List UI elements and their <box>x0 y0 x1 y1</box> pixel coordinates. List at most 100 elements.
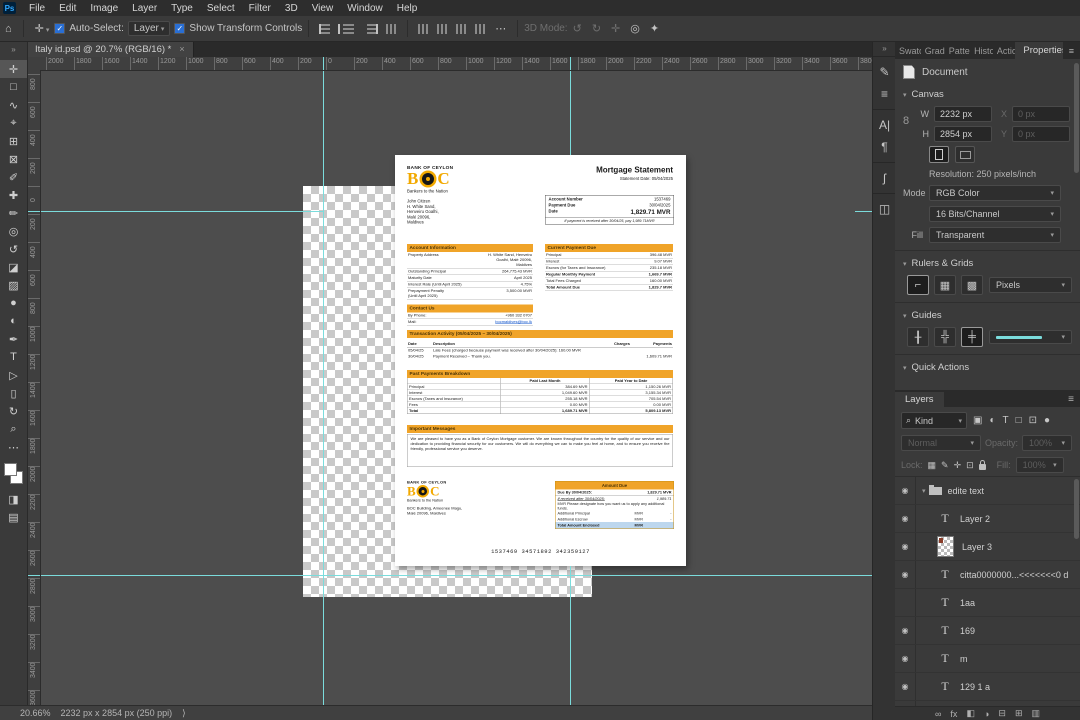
layer-row[interactable]: ◉T01.01.1990 <box>895 701 1080 706</box>
distribute-right-icon[interactable] <box>456 23 468 34</box>
height-field[interactable]: 2854 px <box>934 126 992 142</box>
layer-row[interactable]: T 1aa <box>895 589 1080 617</box>
panel-collapse-icon[interactable]: » <box>873 41 896 56</box>
align-top-icon[interactable] <box>386 23 398 34</box>
align-left-icon[interactable] <box>319 23 331 34</box>
auto-select-dropdown[interactable]: Layer ▾ <box>127 21 171 36</box>
canvas-section-header[interactable]: ▾ Canvas <box>903 89 1072 100</box>
layers-menu-icon[interactable]: ≡ <box>1062 394 1080 407</box>
layer-visibility-eye-icon[interactable]: ◉ <box>895 645 916 672</box>
layer-group-icon[interactable]: ⊟ <box>998 708 1006 719</box>
delete-layer-icon[interactable]: ▥ <box>1031 708 1040 719</box>
horizontal-guide-1-left[interactable] <box>40 211 323 212</box>
layer-row[interactable]: ◉ Tcitta0000000...<<<<<<<0 d <box>895 561 1080 589</box>
layer-row[interactable]: ◉ ▾ edite text <box>895 477 1080 505</box>
clone-stamp-tool[interactable]: ◎ <box>0 222 27 240</box>
document-tab[interactable]: Italy id.psd @ 20.7% (RGB/16) * × <box>27 41 194 57</box>
character-panel-icon[interactable]: A| <box>873 114 896 136</box>
align-center-h-icon[interactable] <box>338 23 359 34</box>
adjustment-layer-icon[interactable]: ◑ <box>984 709 989 719</box>
lasso-tool[interactable]: ∿ <box>0 96 27 114</box>
frame-tool[interactable]: ⊠ <box>0 150 27 168</box>
show-transform-checkbox[interactable]: ✓ <box>174 23 186 34</box>
layer-mask-icon[interactable]: ◧ <box>966 708 975 719</box>
rectangular-marquee-tool[interactable]: □ <box>0 78 27 96</box>
canvas-area[interactable]: BANK OF CEYLON BC Bankers to the Nation … <box>40 70 872 705</box>
layer-name[interactable]: citta0000000...<<<<<<<0 d <box>960 570 1068 580</box>
menu-filter[interactable]: Filter <box>242 2 278 15</box>
distribute-left-icon[interactable] <box>418 23 430 34</box>
path-selection-tool[interactable]: ▷ <box>0 366 27 384</box>
tab-actio[interactable]: Actio <box>993 43 1015 59</box>
move-tool-icon[interactable]: ✛ ▾ <box>30 22 55 35</box>
layer-row[interactable]: ◉ Layer 3 <box>895 533 1080 561</box>
eyedropper-tool[interactable]: ✐ <box>0 168 27 186</box>
history-brush-tool[interactable]: ↺ <box>0 240 27 258</box>
layer-name[interactable]: edite text <box>948 486 985 496</box>
threed-icon-enabled-2[interactable]: ✦ <box>645 22 664 35</box>
lock-pixels-icon[interactable]: ✎ <box>941 460 949 471</box>
layer-thumbnail[interactable] <box>937 536 954 557</box>
toggle-pixel-grid-button[interactable]: ▩ <box>961 275 983 295</box>
layer-visibility-eye-icon[interactable]: ◉ <box>895 617 916 644</box>
link-layers-icon[interactable]: ∞ <box>935 709 941 719</box>
vertical-guide-1[interactable] <box>323 70 324 705</box>
tab-swatc[interactable]: Swatc <box>895 43 921 59</box>
menu-help[interactable]: Help <box>390 2 425 15</box>
portrait-orientation-button[interactable] <box>929 146 949 163</box>
layer-name[interactable]: Layer 3 <box>962 542 992 552</box>
guide-style-dropdown[interactable]: ▾ <box>989 330 1072 344</box>
vertical-ruler[interactable]: 800 600 400 200 0 200 400 600 800 1000 1200 1400 160… <box>27 70 41 705</box>
glyphs-panel-icon[interactable]: ʃ <box>873 167 896 189</box>
layer-name[interactable]: 169 <box>960 626 975 636</box>
3d-panel-icon[interactable]: ◫ <box>873 198 896 220</box>
paragraph-panel-icon[interactable]: ¶ <box>873 136 896 158</box>
horizontal-guide-1-right[interactable] <box>855 211 872 212</box>
layer-row[interactable]: ◉ Tm <box>895 645 1080 673</box>
toolbar-collapse-icon[interactable]: » <box>0 41 27 60</box>
quick-mask-icon[interactable]: ◨ <box>0 490 27 508</box>
vertical-guide-2-top[interactable] <box>570 70 571 155</box>
pen-tool[interactable]: ✒ <box>0 330 27 348</box>
lock-artboard-icon[interactable]: ⊡ <box>966 460 974 471</box>
rulers-grids-section-header[interactable]: ▾ Rulers & Grids <box>903 258 1072 269</box>
spot-healing-brush-tool[interactable]: ✚ <box>0 186 27 204</box>
zoom-level[interactable]: 20.66% <box>20 708 51 718</box>
vertical-guide-2-bottom[interactable] <box>570 566 571 705</box>
dodge-tool[interactable]: ◐ <box>0 312 27 330</box>
layer-visibility-eye-icon[interactable]: ◉ <box>895 673 916 700</box>
landscape-orientation-button[interactable] <box>955 146 975 163</box>
layer-visibility-empty[interactable] <box>895 589 916 616</box>
layer-name[interactable]: 129 1 a <box>960 682 990 692</box>
layers-tab[interactable]: Layers <box>895 392 944 407</box>
layer-visibility-eye-icon[interactable]: ◉ <box>895 561 916 588</box>
eraser-tool[interactable]: ◪ <box>0 258 27 276</box>
layer-visibility-eye-icon[interactable]: ◉ <box>895 505 916 532</box>
layer-row[interactable]: ◉ T Layer 2 <box>895 505 1080 533</box>
tab-patter[interactable]: Patter <box>945 43 970 59</box>
adjustment-layer-filter-icon[interactable]: ◐ <box>987 415 997 426</box>
lock-position-icon[interactable]: ✛ <box>954 460 962 471</box>
toggle-guides-button[interactable]: ╂ <box>907 327 929 347</box>
properties-menu-icon[interactable]: ≡ <box>1063 46 1080 59</box>
align-right-icon[interactable] <box>367 23 379 34</box>
menu-window[interactable]: Window <box>340 2 390 15</box>
status-arrow[interactable]: ⟩ <box>182 708 186 719</box>
menu-image[interactable]: Image <box>83 2 125 15</box>
layer-name[interactable]: 1aa <box>960 598 975 608</box>
horizontal-ruler[interactable]: 2000 1800 1600 1400 1200 1000 800 600 400 200 0 200… <box>40 57 872 71</box>
lock-transparency-icon[interactable]: ▦ <box>928 460 937 471</box>
layer-visibility-eye-icon[interactable]: ◉ <box>895 533 916 560</box>
layer-visibility-eye-icon[interactable]: ◉ <box>895 701 916 706</box>
layer-effects-icon[interactable]: fx <box>950 709 957 719</box>
new-layer-icon[interactable]: ⊞ <box>1015 708 1023 719</box>
color-mode-dropdown[interactable]: RGB Color ▾ <box>929 185 1061 201</box>
pixel-layer-filter-icon[interactable]: ▣ <box>971 415 984 426</box>
foreground-color-swatch[interactable] <box>4 463 17 476</box>
width-field[interactable]: 2232 px <box>934 106 992 122</box>
tab-histo[interactable]: Histo <box>970 43 993 59</box>
tab-gradi[interactable]: Gradi <box>921 43 945 59</box>
toggle-grid-button[interactable]: ▦ <box>934 275 956 295</box>
lock-guides-button[interactable]: ╪ <box>961 327 983 347</box>
edit-toolbar[interactable]: ⋯ <box>0 438 27 456</box>
